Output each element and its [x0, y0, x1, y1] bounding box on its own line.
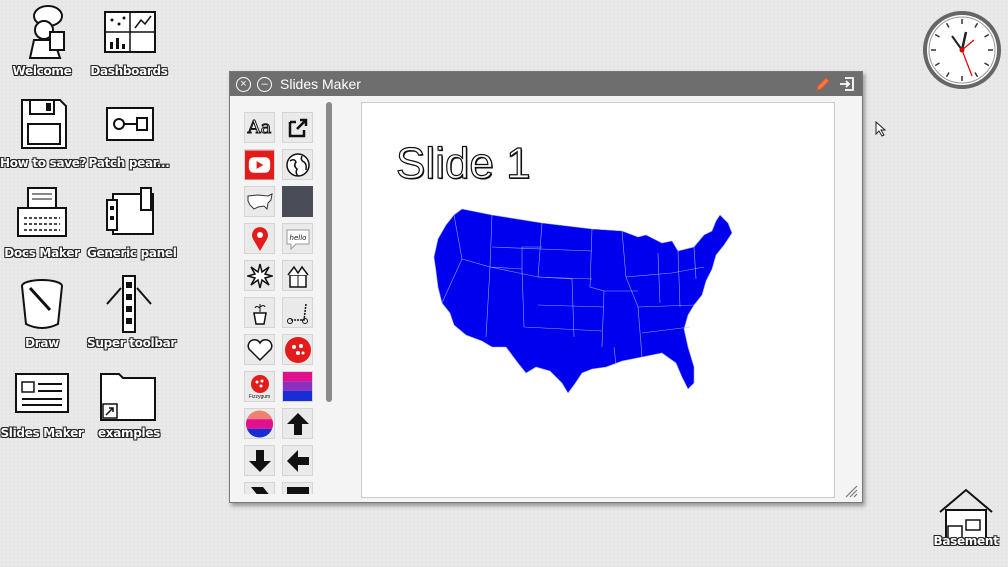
- slide-canvas[interactable]: Slide 1: [361, 102, 835, 498]
- close-icon[interactable]: ×: [236, 76, 251, 92]
- fizzygum-logo-icon[interactable]: Fizzygum: [244, 371, 275, 402]
- mouse-cursor-icon: [875, 121, 887, 137]
- desktop-icon-label: Welcome: [12, 64, 72, 78]
- arrow-left-icon[interactable]: [282, 445, 313, 476]
- minimize-icon[interactable]: –: [257, 76, 272, 92]
- text-icon[interactable]: Aa: [244, 112, 275, 143]
- window-titlebar[interactable]: × – Slides Maker: [230, 72, 862, 96]
- desktop-icon-label: Draw: [25, 336, 59, 350]
- slide-title[interactable]: Slide 1: [395, 138, 531, 189]
- desktop-icon-label: Patch pear...: [88, 156, 170, 170]
- burst-icon[interactable]: [244, 260, 275, 291]
- desktop-icon-basement[interactable]: Basement: [924, 486, 1008, 548]
- hello-bubble-icon[interactable]: hello: [282, 223, 313, 254]
- desktop-icon-patch-programming[interactable]: Patch pear...: [87, 94, 171, 170]
- heart-icon[interactable]: [244, 334, 275, 365]
- desktop-icon-examples[interactable]: examples: [87, 364, 171, 440]
- external-link-icon[interactable]: [282, 112, 313, 143]
- arrow-right-icon[interactable]: [282, 482, 313, 494]
- globe-icon[interactable]: [282, 149, 313, 180]
- generic-panel-icon: [106, 187, 154, 235]
- slides-icon: [15, 373, 69, 413]
- desktop-icon-slides-maker[interactable]: Slides Maker: [0, 364, 84, 440]
- svg-text:hello: hello: [289, 234, 306, 242]
- scooter-icon[interactable]: [282, 297, 313, 328]
- usa-map-icon[interactable]: [432, 207, 738, 393]
- arrow-down-icon[interactable]: [244, 445, 275, 476]
- desktop-icon-how-to-save[interactable]: How to save?: [0, 94, 87, 170]
- folder-icon: [100, 373, 156, 421]
- desktop-icon-super-toolbar[interactable]: Super toolbar: [87, 274, 177, 350]
- desktop-icon-draw[interactable]: Draw: [0, 274, 84, 350]
- dashboard-icon: [104, 11, 156, 53]
- plant-pot-icon[interactable]: [244, 297, 275, 328]
- pizza-icon[interactable]: [282, 334, 313, 365]
- slides-maker-window[interactable]: × – Slides Maker Aa hello Fizzygum Slide…: [229, 71, 863, 503]
- toolbar-icon: [106, 275, 152, 333]
- arrow-diagonal-icon[interactable]: [244, 482, 275, 494]
- desktop-icon-generic-panel[interactable]: Generic panel: [87, 184, 177, 260]
- desktop-icon-label: Slides Maker: [0, 426, 84, 440]
- desktop-icon-dashboards[interactable]: Dashboards: [87, 2, 171, 78]
- desktop-icon-label: Super toolbar: [87, 336, 177, 350]
- desktop-icon-docs-maker[interactable]: Docs Maker: [0, 184, 84, 260]
- usa-outline-icon[interactable]: [244, 186, 275, 217]
- dark-square-icon[interactable]: [282, 186, 313, 217]
- typewriter-icon: [17, 187, 67, 237]
- desktop-icon-label: Generic panel: [87, 246, 177, 260]
- widget-palette[interactable]: Aa hello Fizzygum: [240, 108, 316, 494]
- map-pin-icon[interactable]: [244, 223, 275, 254]
- patch-panel-icon: [106, 107, 154, 141]
- paint-bucket-icon: [21, 279, 63, 329]
- window-title: Slides Maker: [280, 76, 361, 92]
- desktop-icon-label: Basement: [933, 534, 999, 548]
- resize-handle-icon[interactable]: [844, 484, 858, 498]
- welcome-figure-icon: [28, 5, 65, 59]
- gift-box-icon[interactable]: [282, 260, 313, 291]
- youtube-icon[interactable]: [244, 149, 275, 180]
- stripes-flag-icon[interactable]: [282, 371, 313, 402]
- floppy-disk-icon: [21, 99, 67, 149]
- exit-icon[interactable]: [838, 75, 856, 93]
- desktop-icon-label: Dashboards: [90, 64, 168, 78]
- palette-scrollbar[interactable]: [326, 102, 332, 402]
- arrow-up-icon[interactable]: [282, 408, 313, 439]
- desktop-icon-label: examples: [97, 426, 161, 440]
- pencil-icon[interactable]: [814, 75, 832, 93]
- desktop-icon-welcome[interactable]: Welcome: [0, 2, 84, 78]
- stripes-circle-icon[interactable]: [244, 408, 275, 439]
- analog-clock-widget: [923, 11, 1001, 89]
- desktop-icon-label: How to save?: [0, 156, 87, 170]
- desktop-icon-label: Docs Maker: [4, 246, 80, 260]
